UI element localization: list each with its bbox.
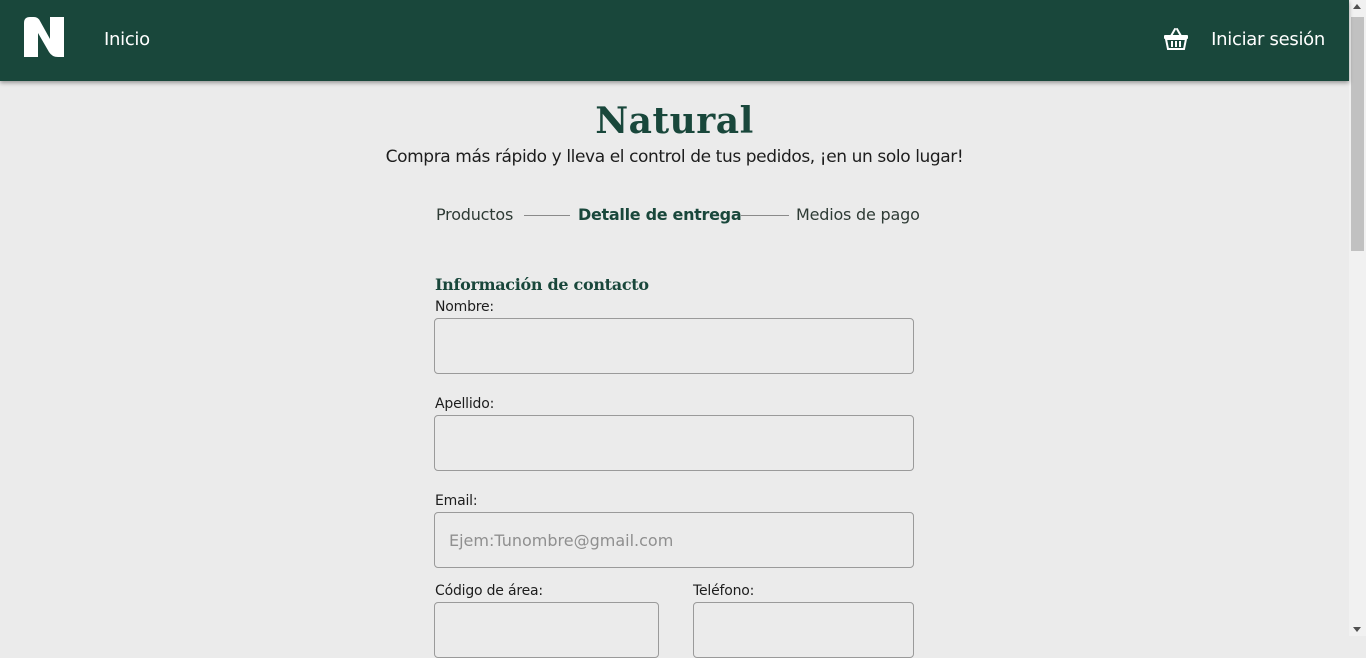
- contact-info-heading: Información de contacto: [435, 275, 649, 294]
- area-code-label: Código de área:: [435, 583, 543, 599]
- nombre-label: Nombre:: [435, 299, 494, 315]
- scrollbar-thumb[interactable]: [1351, 17, 1364, 251]
- page-subtitle: Compra más rápido y lleva el control de …: [385, 147, 964, 167]
- checkout-stepper: Productos Detalle de entrega Medios de p…: [436, 205, 920, 229]
- apellido-label: Apellido:: [435, 396, 495, 412]
- step-divider: [741, 215, 789, 216]
- email-label: Email:: [435, 493, 478, 509]
- nav-home-link[interactable]: Inicio: [104, 29, 150, 51]
- basket-icon[interactable]: [1163, 27, 1189, 51]
- apellido-input[interactable]: [434, 415, 914, 471]
- scroll-down-arrow-icon[interactable]: [1353, 627, 1361, 632]
- scroll-up-arrow-icon[interactable]: [1353, 4, 1361, 9]
- page-title: Natural: [595, 100, 754, 142]
- area-code-input[interactable]: [434, 602, 659, 658]
- top-navbar: Inicio Iniciar sesión: [0, 0, 1349, 81]
- nombre-input[interactable]: [434, 318, 914, 374]
- step-delivery-details[interactable]: Detalle de entrega: [578, 205, 742, 224]
- page-scrollbar[interactable]: [1349, 0, 1366, 636]
- login-link[interactable]: Iniciar sesión: [1211, 29, 1325, 51]
- step-products[interactable]: Productos: [436, 205, 513, 224]
- brand-logo-icon[interactable]: [24, 17, 64, 57]
- phone-label: Teléfono:: [693, 583, 755, 599]
- phone-input[interactable]: [693, 602, 914, 658]
- step-payment-methods[interactable]: Medios de pago: [796, 205, 920, 224]
- email-input[interactable]: [434, 512, 914, 568]
- step-divider: [524, 215, 570, 216]
